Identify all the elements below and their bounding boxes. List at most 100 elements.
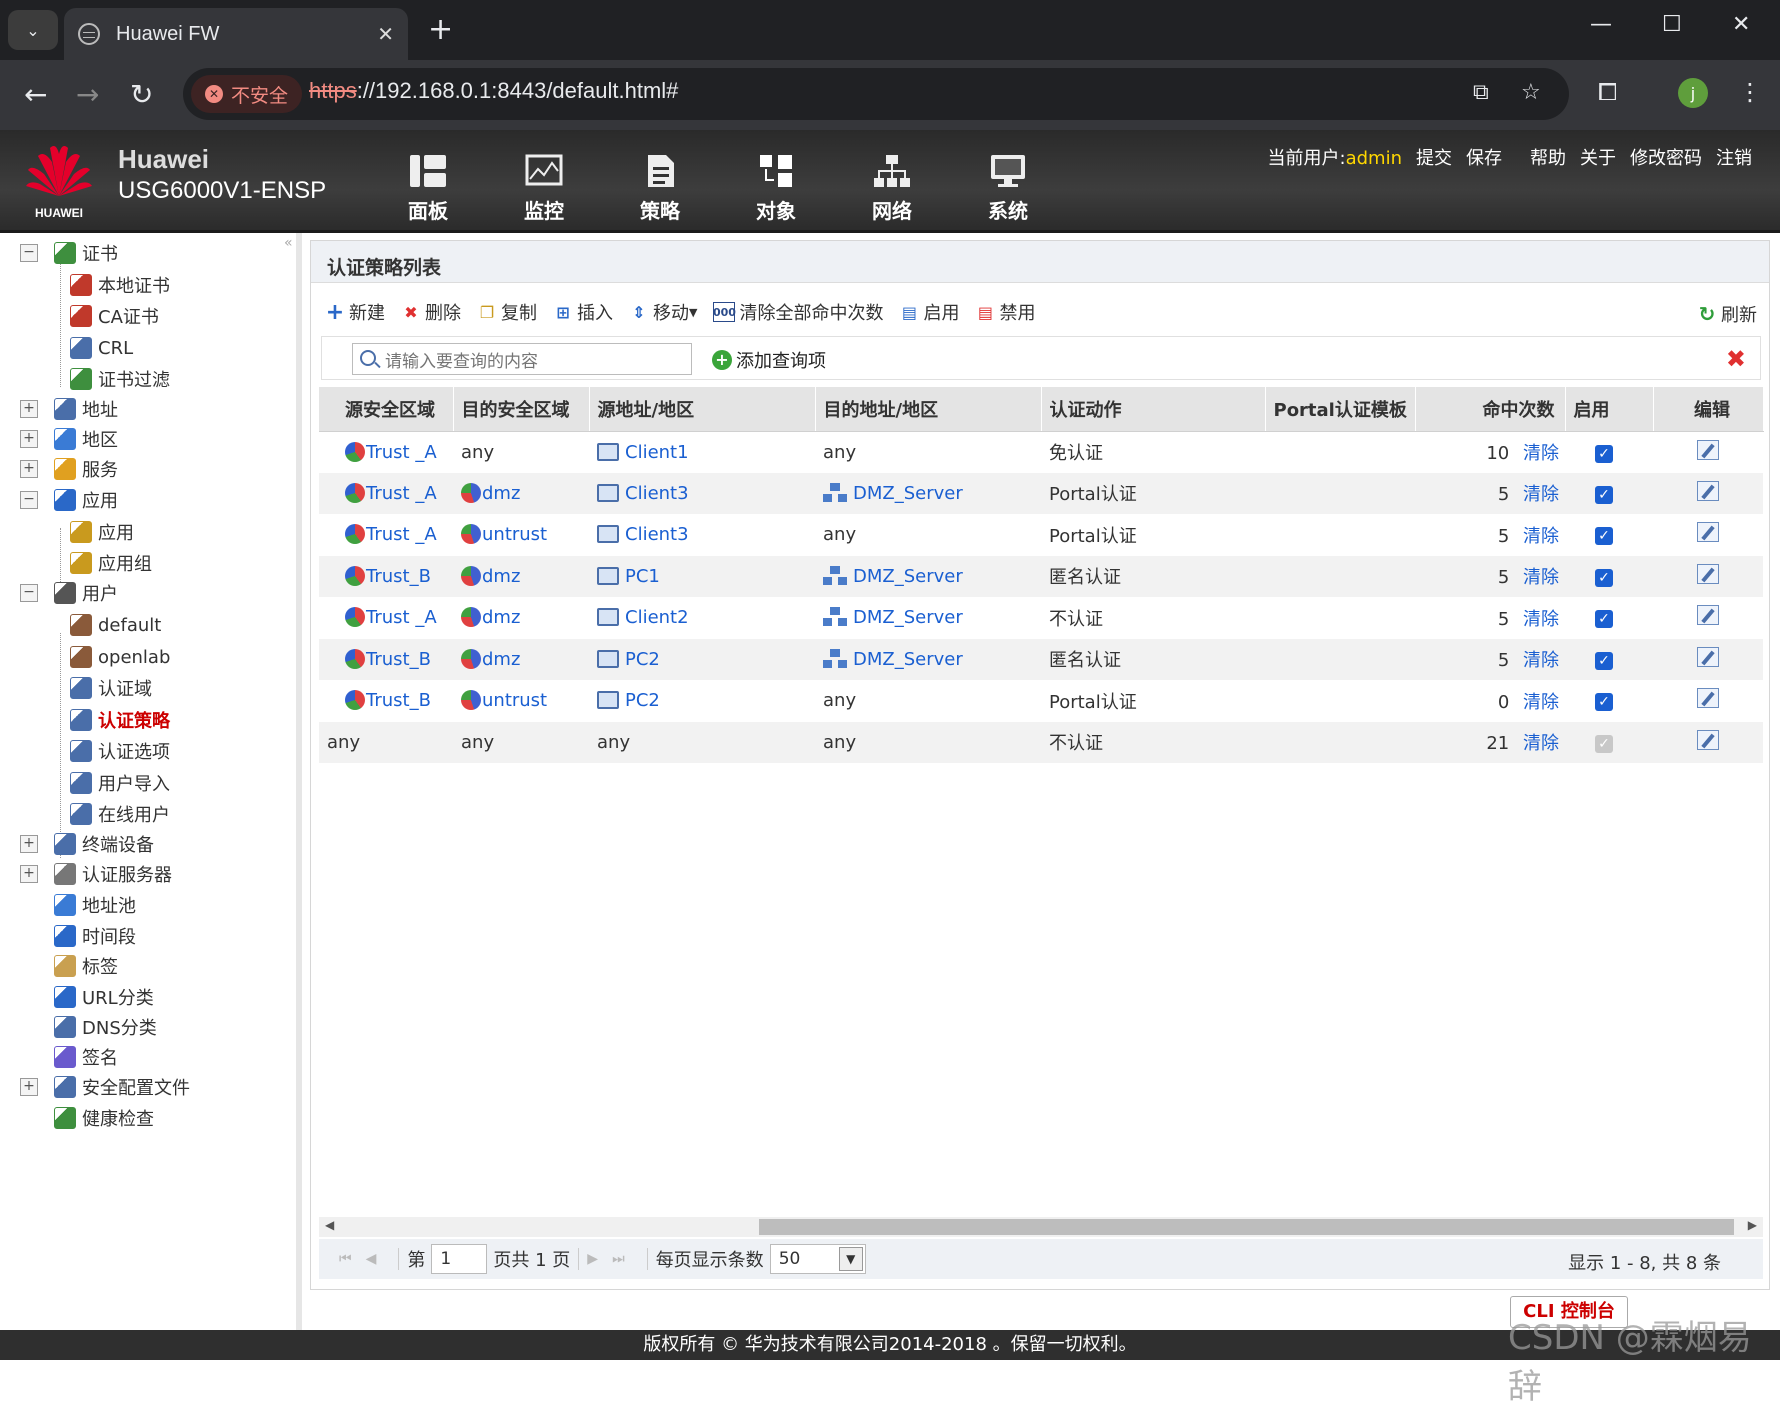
browser-tab[interactable]: Huawei FW ✕ bbox=[64, 8, 408, 60]
sidebar-item[interactable]: + 认证服务器 bbox=[20, 859, 172, 889]
table-row[interactable]: Trust_B dmz PC1 DMZ_Server 匿名认证 5 清除 ✓ bbox=[319, 555, 1763, 597]
edit-icon[interactable] bbox=[1697, 480, 1719, 501]
sidebar-item[interactable]: 地址池 bbox=[54, 890, 136, 920]
clear-hits-link[interactable]: 清除 bbox=[1523, 650, 1559, 671]
cell-text[interactable]: Trust _A bbox=[366, 483, 437, 504]
help-link[interactable]: 帮助 bbox=[1530, 144, 1566, 170]
reload-button[interactable]: ↻ bbox=[130, 78, 153, 111]
clear-hits-link[interactable]: 清除 bbox=[1523, 526, 1559, 547]
disable-button[interactable]: ▤ 禁用 bbox=[975, 299, 1036, 325]
sidebar-item[interactable]: 认证域 bbox=[70, 673, 152, 703]
new-tab-button[interactable]: + bbox=[428, 12, 453, 47]
save-link[interactable]: 保存 bbox=[1466, 144, 1502, 170]
col-src-addr[interactable]: 源地址/地区 bbox=[589, 387, 816, 432]
close-tab-icon[interactable]: ✕ bbox=[377, 22, 394, 46]
cell-text[interactable]: DMZ_Server bbox=[853, 566, 963, 587]
maximize-button[interactable]: ☐ bbox=[1662, 12, 1682, 37]
enabled-checkbox[interactable]: ✓ bbox=[1595, 568, 1613, 587]
collapse-icon[interactable]: − bbox=[20, 491, 38, 509]
col-portal[interactable]: Portal认证模板 bbox=[1265, 387, 1416, 432]
sidebar-item[interactable]: 应用组 bbox=[70, 548, 152, 578]
cell-text[interactable]: Trust_B bbox=[366, 690, 431, 711]
enabled-checkbox[interactable]: ✓ bbox=[1595, 485, 1613, 504]
expand-icon[interactable]: + bbox=[20, 400, 38, 418]
chevron-down-icon[interactable]: ▼ bbox=[838, 1247, 863, 1271]
sidebar-item[interactable]: + 地址 bbox=[20, 394, 118, 424]
sidebar-item[interactable]: 签名 bbox=[54, 1042, 118, 1072]
cell-text[interactable]: Trust _A bbox=[366, 442, 437, 463]
enabled-checkbox[interactable]: ✓ bbox=[1595, 610, 1613, 629]
cell-text[interactable]: untrust bbox=[482, 524, 547, 545]
edit-icon[interactable] bbox=[1697, 439, 1719, 460]
clear-all-hits-button[interactable]: 000 清除全部命中次数 bbox=[713, 299, 883, 325]
sidebar-item[interactable]: CRL bbox=[70, 333, 133, 363]
cell-text[interactable]: Client1 bbox=[625, 442, 689, 463]
enable-button[interactable]: ▤ 启用 bbox=[899, 299, 960, 325]
tab-search-button[interactable]: ⌄ bbox=[8, 10, 58, 50]
enabled-checkbox[interactable]: ✓ bbox=[1595, 651, 1613, 670]
nav-policy[interactable]: 策略 bbox=[602, 140, 718, 224]
col-action[interactable]: 认证动作 bbox=[1041, 387, 1266, 432]
sidebar-item[interactable]: 标签 bbox=[54, 951, 118, 981]
forward-button[interactable]: → bbox=[76, 78, 99, 111]
sidebar-item[interactable]: CA证书 bbox=[70, 301, 159, 331]
cell-text[interactable]: DMZ_Server bbox=[853, 483, 963, 504]
change-password-link[interactable]: 修改密码 bbox=[1630, 144, 1702, 170]
cell-text[interactable]: Trust _A bbox=[366, 607, 437, 628]
cell-text[interactable]: untrust bbox=[482, 690, 547, 711]
enabled-checkbox[interactable]: ✓ bbox=[1595, 444, 1613, 463]
page-number-input[interactable]: 1 bbox=[431, 1244, 488, 1274]
cell-text[interactable]: Client2 bbox=[625, 607, 689, 628]
clear-hits-link[interactable]: 清除 bbox=[1523, 692, 1559, 713]
extensions-icon[interactable]: ⧠ bbox=[1598, 78, 1617, 106]
table-row[interactable]: Trust _A untrust Client3 any Portal认证 5 清除 ✓ bbox=[319, 514, 1763, 556]
last-page-icon[interactable]: ⏭ bbox=[612, 1251, 625, 1267]
security-chip[interactable]: ✕ 不安全 bbox=[191, 75, 303, 113]
sidebar-item[interactable]: URL分类 bbox=[54, 982, 154, 1012]
edit-icon[interactable] bbox=[1697, 646, 1719, 667]
col-enabled[interactable]: 启用 bbox=[1565, 387, 1654, 432]
cell-text[interactable]: dmz bbox=[482, 566, 520, 587]
table-row[interactable]: Trust _A dmz Client3 DMZ_Server Portal认证 5 清除… bbox=[319, 472, 1763, 514]
add-query-button[interactable]: + 添加查询项 bbox=[712, 347, 826, 373]
refresh-button[interactable]: ↻ 刷新 bbox=[1697, 301, 1757, 327]
expand-icon[interactable]: + bbox=[20, 865, 38, 883]
cell-text[interactable]: DMZ_Server bbox=[853, 649, 963, 670]
sidebar-item[interactable]: + 安全配置文件 bbox=[20, 1072, 190, 1102]
nav-network[interactable]: 网络 bbox=[834, 140, 950, 224]
cell-text[interactable]: DMZ_Server bbox=[853, 607, 963, 628]
table-row[interactable]: Trust_B untrust PC2 any Portal认证 0 清除 ✓ bbox=[319, 680, 1763, 722]
enabled-checkbox[interactable]: ✓ bbox=[1595, 693, 1613, 712]
nav-dashboard[interactable]: 面板 bbox=[370, 140, 486, 224]
sidebar-item[interactable]: 在线用户 bbox=[70, 799, 170, 829]
horizontal-scrollbar[interactable]: ◀ ▶ bbox=[319, 1217, 1763, 1237]
clear-hits-link[interactable]: 清除 bbox=[1523, 733, 1559, 754]
cell-text[interactable]: dmz bbox=[482, 649, 520, 670]
edit-icon[interactable] bbox=[1697, 522, 1719, 543]
search-input[interactable] bbox=[352, 343, 692, 375]
translate-icon[interactable]: ⧉ bbox=[1473, 80, 1489, 105]
cell-text[interactable]: Client3 bbox=[625, 524, 689, 545]
cell-text[interactable]: dmz bbox=[482, 483, 520, 504]
nav-monitor[interactable]: 监控 bbox=[486, 140, 602, 224]
sidebar-item[interactable]: 健康检查 bbox=[54, 1103, 154, 1133]
copy-button[interactable]: ❐ 复制 bbox=[477, 299, 537, 325]
col-dst-addr[interactable]: 目的地址/地区 bbox=[815, 387, 1042, 432]
cell-text[interactable]: Trust_B bbox=[366, 649, 431, 670]
sidebar-item[interactable]: + 终端设备 bbox=[20, 829, 154, 859]
cell-text[interactable]: PC2 bbox=[625, 690, 660, 711]
page-size-select[interactable]: 50 ▼ bbox=[769, 1244, 866, 1274]
col-dst-zone[interactable]: 目的安全区域 bbox=[453, 387, 590, 432]
sidebar-item[interactable]: 应用 bbox=[70, 517, 134, 547]
next-page-icon[interactable]: ▶ bbox=[587, 1251, 598, 1267]
about-link[interactable]: 关于 bbox=[1580, 144, 1616, 170]
insert-button[interactable]: ⊞ 插入 bbox=[553, 299, 613, 325]
scroll-right-icon[interactable]: ▶ bbox=[1748, 1218, 1757, 1232]
scrollbar-thumb[interactable] bbox=[759, 1219, 1734, 1235]
clear-hits-link[interactable]: 清除 bbox=[1523, 484, 1559, 505]
browser-menu-icon[interactable]: ⋮ bbox=[1738, 78, 1762, 106]
minimize-button[interactable]: — bbox=[1590, 12, 1612, 37]
col-edit[interactable]: 编辑 bbox=[1653, 387, 1764, 432]
clear-hits-link[interactable]: 清除 bbox=[1523, 609, 1559, 630]
sidebar-item[interactable]: 认证选项 bbox=[70, 736, 170, 766]
